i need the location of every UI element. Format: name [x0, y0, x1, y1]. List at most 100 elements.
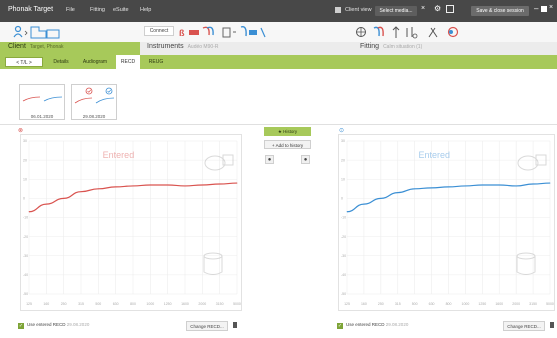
tab-details[interactable]: Details: [48, 55, 74, 69]
trash-icon-right[interactable]: [233, 322, 237, 328]
y-tick-label: -20: [341, 235, 346, 239]
y-tick-label: -40: [23, 273, 28, 277]
menu-fitting[interactable]: Fitting: [90, 7, 105, 13]
data-point: [380, 197, 382, 199]
y-tick-label: 30: [341, 139, 345, 143]
data-point: [414, 188, 416, 190]
hearing-aid-icon: [204, 154, 234, 171]
left-ear-indicator: ⊙: [339, 128, 345, 134]
x-tick-label: 315: [395, 302, 401, 306]
menu-help[interactable]: Help: [140, 7, 151, 13]
data-point: [236, 182, 238, 184]
coupler-icon: [516, 252, 536, 275]
x-tick-label: 1600: [181, 302, 189, 306]
fitting-section-title[interactable]: Fitting Calm situation (1): [360, 43, 422, 50]
change-recd-button-left[interactable]: Change RECD...: [503, 321, 545, 331]
minimize-icon[interactable]: –: [534, 4, 538, 13]
x-tick-label: 250: [61, 302, 67, 306]
y-tick-label: 20: [341, 158, 345, 162]
history-right-ear-button[interactable]: ●: [265, 155, 274, 164]
data-point: [465, 185, 466, 187]
data-point: [115, 186, 117, 188]
client-view-label[interactable]: Client view: [345, 7, 372, 13]
x-tick-label: 1250: [478, 302, 486, 306]
y-tick-label: -50: [23, 292, 28, 296]
session-1-date: 06.01.2020: [30, 114, 54, 119]
x-tick-label: 630: [429, 302, 435, 306]
client-section-title: Client Target, Phonak: [8, 43, 64, 50]
close-x-icon[interactable]: ×: [421, 5, 425, 12]
connect-button[interactable]: Connect: [144, 26, 174, 36]
x-tick-label: 2000: [198, 302, 206, 306]
session-2-date: 29.08.2020: [82, 114, 106, 119]
x-tick-label: 500: [412, 302, 418, 306]
client-name: Target, Phonak: [29, 44, 64, 50]
data-point: [481, 184, 483, 186]
x-tick-label: 2000: [512, 302, 520, 306]
data-point: [363, 203, 365, 205]
x-tick-label: 800: [446, 302, 452, 306]
title-bar: Phonak Target File Fitting eSuite Help C…: [0, 0, 557, 22]
divider: [0, 124, 557, 125]
coupler-icon: [203, 252, 223, 275]
screen-icon[interactable]: [446, 5, 454, 13]
data-point: [167, 184, 169, 186]
x-tick-label: 5000: [546, 302, 554, 306]
left-ear-recd-chart[interactable]: Entered 125 160 250 315 500 630 800 1000 1250 1600…: [339, 135, 554, 310]
tab-reug[interactable]: REUG: [144, 55, 168, 69]
y-tick-label: 0: [341, 197, 343, 201]
instrument-toolbar-icons: ß: [179, 26, 266, 38]
use-entered-recd-checkbox-left[interactable]: ✓: [337, 323, 343, 329]
hearing-aid-icon: [517, 154, 547, 171]
toolbar: Connect ß: [0, 22, 557, 43]
data-point: [63, 197, 65, 199]
app-name: Phonak Target: [8, 6, 54, 13]
data-point: [132, 185, 134, 187]
x-tick-label: 3150: [216, 302, 224, 306]
window-close-icon[interactable]: ×: [549, 4, 553, 11]
x-tick-label: 1000: [146, 302, 154, 306]
menu-esuite[interactable]: eSuite: [113, 7, 129, 13]
data-point: [219, 183, 221, 185]
right-ear-recd-chart[interactable]: Entered 125 160 250 315 500 630 800 1000 1250 1600…: [21, 135, 241, 310]
data-point: [515, 185, 517, 187]
y-tick-label: -10: [23, 216, 28, 220]
tab-audiogram[interactable]: Audiogram: [78, 55, 112, 69]
data-point: [431, 187, 432, 189]
y-tick-label: 10: [23, 177, 27, 181]
tab-recd[interactable]: RECD: [116, 55, 140, 69]
y-tick-label: 20: [23, 158, 27, 162]
x-tick-label: 1000: [462, 302, 470, 306]
right-ear-indicator: ⊗: [18, 128, 24, 134]
history-left-ear-button[interactable]: ●: [301, 155, 310, 164]
fitting-toolbar-icons: [356, 26, 459, 39]
data-point: [549, 182, 551, 184]
use-entered-recd-checkbox-right[interactable]: ✓: [18, 323, 24, 329]
select-media-dropdown[interactable]: Select media...: [375, 6, 417, 16]
data-point: [346, 211, 348, 213]
y-tick-label: 0: [23, 197, 25, 201]
settings-icon[interactable]: ⚙: [434, 4, 441, 13]
use-entered-recd-label-left: Use entered RECD 29.08.2020: [346, 322, 409, 327]
trash-icon-left[interactable]: [550, 322, 554, 328]
data-point: [97, 188, 99, 190]
add-to-history-button[interactable]: + Add to history: [264, 140, 311, 149]
instruments-sub: Audéo M90-R: [187, 44, 219, 50]
menu-file[interactable]: File: [66, 7, 75, 13]
save-close-button[interactable]: Save & close session: [471, 6, 529, 16]
nav-toggle-button[interactable]: < T/L >: [5, 57, 43, 67]
y-tick-label: -30: [23, 254, 28, 258]
y-tick-label: 10: [341, 177, 345, 181]
y-tick-label: -30: [341, 254, 346, 258]
change-recd-button-right[interactable]: Change RECD...: [186, 321, 228, 331]
x-tick-label: 315: [78, 302, 84, 306]
data-point: [80, 191, 82, 193]
history-button[interactable]: ★ History: [264, 127, 311, 136]
x-tick-label: 250: [378, 302, 384, 306]
chart-status-watermark: Entered: [419, 150, 451, 160]
instruments-section-title[interactable]: Instruments Audéo M90-R: [147, 43, 218, 50]
data-point: [45, 203, 47, 205]
x-tick-label: 1250: [164, 302, 172, 306]
maximize-icon[interactable]: [541, 6, 547, 12]
data-point: [201, 184, 203, 186]
